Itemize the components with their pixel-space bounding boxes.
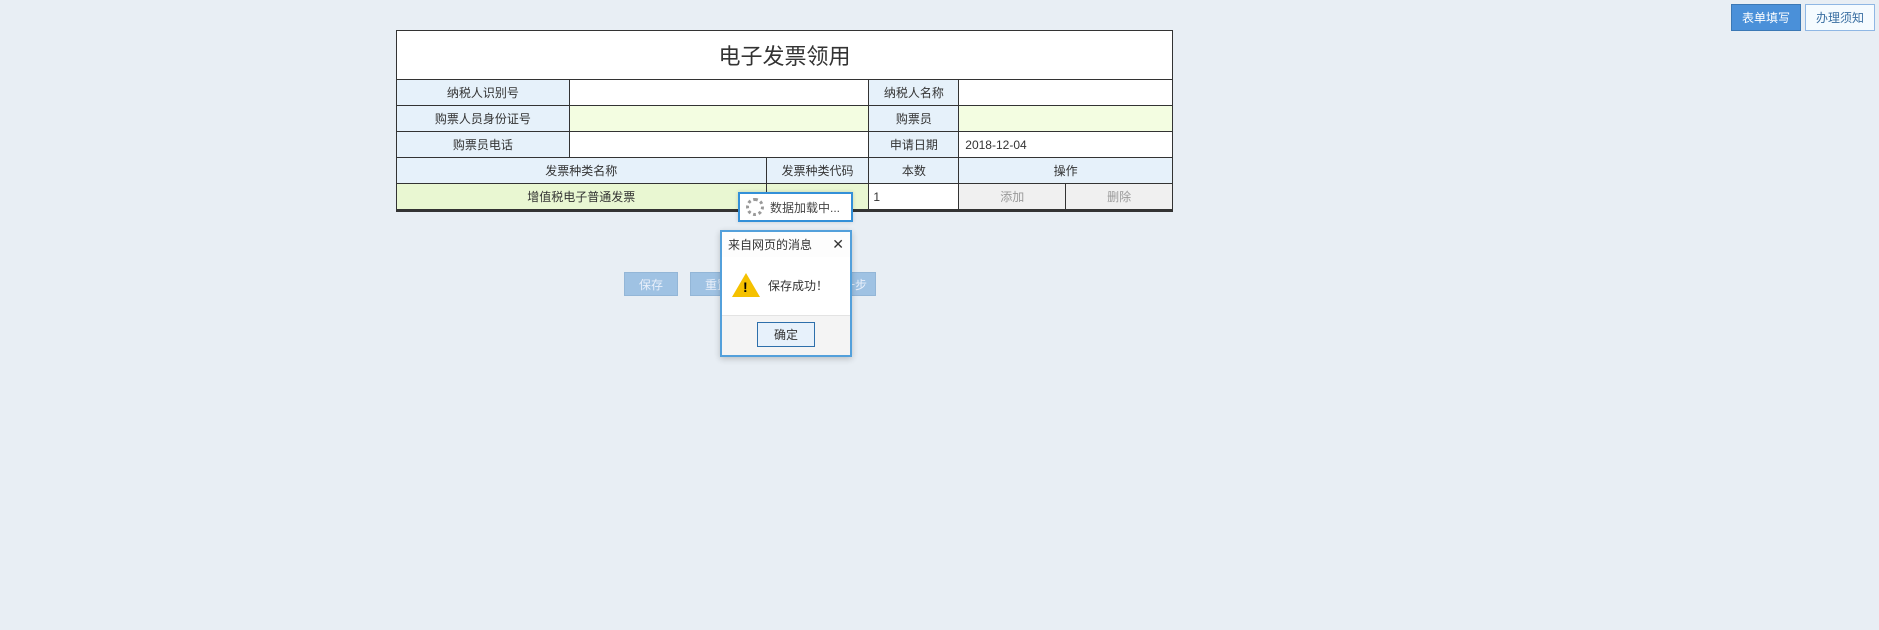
label-apply-date: 申请日期 (869, 132, 959, 157)
value-taxpayer-name (959, 80, 1172, 105)
close-icon[interactable]: ✕ (832, 236, 844, 253)
spinner-icon (746, 198, 764, 216)
delete-button[interactable]: 删除 (1066, 184, 1172, 209)
label-purchaser-idno: 购票人员身份证号 (397, 106, 570, 131)
label-taxpayer-id: 纳税人识别号 (397, 80, 570, 105)
save-button[interactable]: 保存 (624, 272, 678, 296)
label-purchaser-phone: 购票员电话 (397, 132, 570, 157)
main-panel: 电子发票领用 纳税人识别号 纳税人名称 购票人员身份证号 购票员 购票员电话 申… (396, 30, 1173, 212)
col-invoice-type-code: 发票种类代码 (767, 158, 870, 183)
loading-toast: 数据加载中... (738, 192, 853, 222)
value-purchaser-phone (570, 132, 870, 157)
dialog-title: 来自网页的消息 (728, 236, 812, 253)
value-taxpayer-id (570, 80, 870, 105)
invoice-type-select[interactable]: 增值税电子普通发票 (397, 184, 767, 209)
loading-text: 数据加载中... (770, 199, 840, 216)
warning-icon (732, 273, 760, 297)
tab-process-notice[interactable]: 办理须知 (1805, 4, 1875, 31)
col-operation: 操作 (959, 158, 1172, 183)
col-count: 本数 (869, 158, 959, 183)
col-invoice-type-name: 发票种类名称 (397, 158, 767, 183)
tab-form-fill[interactable]: 表单填写 (1731, 4, 1801, 31)
value-purchaser (959, 106, 1172, 131)
page-title: 电子发票领用 (397, 31, 1172, 80)
value-apply-date: 2018-12-04 (959, 132, 1172, 157)
invoice-type-name: 增值税电子普通发票 (527, 188, 635, 205)
value-purchaser-idno (570, 106, 870, 131)
label-taxpayer-name: 纳税人名称 (869, 80, 959, 105)
add-button[interactable]: 添加 (959, 184, 1066, 209)
count-input[interactable]: 1 (869, 184, 959, 209)
dialog-message: 保存成功！ (768, 277, 828, 294)
label-purchaser: 购票员 (869, 106, 959, 131)
ok-button[interactable]: 确定 (757, 322, 815, 347)
message-dialog: 来自网页的消息 ✕ 保存成功！ 确定 (720, 230, 852, 357)
